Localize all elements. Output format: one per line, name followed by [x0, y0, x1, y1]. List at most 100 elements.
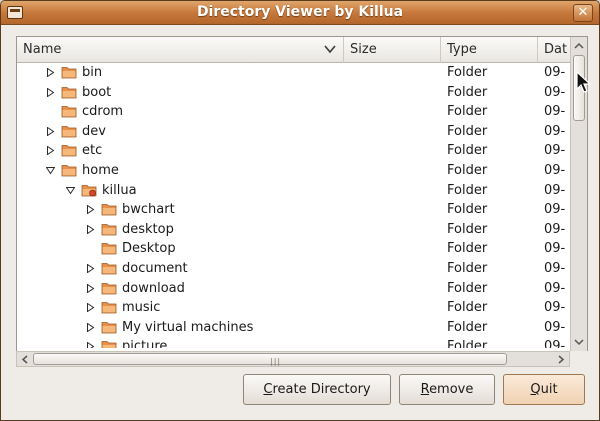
home-folder-icon — [81, 184, 97, 196]
collapsed-triangle-icon[interactable] — [46, 126, 55, 136]
tree-row[interactable]: Desktop Folder 09- — [17, 239, 570, 259]
folder-icon — [61, 106, 77, 118]
row-date: 09- — [544, 123, 566, 139]
tree-row[interactable]: music Folder 09- — [17, 298, 570, 318]
horizontal-scroll-thumb[interactable]: ||| — [33, 353, 507, 366]
row-name: document — [122, 261, 188, 276]
folder-icon — [101, 282, 117, 294]
row-type: Folder — [447, 182, 488, 198]
folder-icon — [61, 125, 77, 138]
column-header-row: Name Size Type Dat — [17, 37, 570, 63]
row-type: Folder — [447, 300, 488, 316]
tree-row[interactable]: killua Folder 09- — [17, 181, 570, 201]
row-date: 09- — [544, 300, 566, 316]
column-header-label: Dat — [544, 42, 568, 57]
scrollbar-corner — [570, 351, 588, 367]
create-directory-button[interactable]: Create Directory — [243, 374, 391, 405]
folder-icon — [61, 86, 77, 98]
folder-icon — [101, 341, 117, 348]
tree-row[interactable]: cdrom Folder 09- — [17, 102, 570, 122]
close-icon: ✕ — [577, 5, 589, 20]
column-header-date[interactable]: Dat — [538, 37, 570, 63]
tree-row[interactable]: bwchart Folder 09- — [17, 200, 570, 220]
row-name: Desktop — [122, 241, 176, 257]
row-date: 09- — [544, 202, 566, 218]
row-type: Folder — [447, 319, 488, 335]
scroll-down-arrow-icon[interactable] — [572, 335, 586, 349]
row-date: 09- — [544, 261, 566, 276]
folder-icon — [61, 67, 77, 79]
row-date: 09- — [544, 241, 566, 257]
column-header-label: Name — [23, 42, 62, 57]
tree-row[interactable]: My virtual machines Folder 09- — [17, 318, 570, 338]
close-button[interactable]: ✕ — [573, 4, 593, 22]
column-header-label: Size — [350, 42, 377, 57]
horizontal-scrollbar[interactable]: ||| — [16, 351, 570, 367]
window-title: Directory Viewer by Killua — [196, 4, 404, 20]
row-name: music — [122, 300, 161, 316]
row-name: bin — [82, 65, 103, 80]
row-date: 09- — [544, 182, 566, 198]
row-date: 09- — [544, 143, 566, 159]
open-folder-icon — [61, 165, 77, 177]
folder-icon — [101, 321, 117, 334]
quit-label: uit — [540, 382, 558, 397]
row-type: Folder — [447, 339, 488, 348]
row-name: dev — [82, 123, 106, 139]
tree-row[interactable]: download Folder 09- — [17, 279, 570, 299]
folder-icon — [101, 243, 117, 255]
column-header-label: Type — [447, 42, 477, 57]
scroll-left-arrow-icon[interactable] — [18, 353, 32, 366]
remove-mnemonic: R — [420, 382, 430, 397]
tree-row[interactable]: bin Folder 09- — [17, 63, 570, 83]
row-date: 09- — [544, 319, 566, 335]
column-header-name[interactable]: Name — [17, 37, 344, 63]
row-type: Folder — [447, 280, 488, 296]
tree-row[interactable]: document Folder 09- — [17, 259, 570, 279]
row-date: 09- — [544, 339, 566, 348]
title-bar[interactable]: Directory Viewer by Killua ✕ — [1, 1, 599, 25]
collapsed-triangle-icon[interactable] — [86, 283, 95, 293]
row-type: Folder — [447, 163, 488, 178]
scroll-right-arrow-icon[interactable] — [554, 353, 568, 366]
collapsed-triangle-icon[interactable] — [86, 303, 95, 313]
row-type: Folder — [447, 123, 488, 139]
folder-icon — [101, 302, 117, 314]
column-header-type[interactable]: Type — [441, 37, 538, 63]
row-name: desktop — [122, 221, 174, 237]
collapsed-triangle-icon[interactable] — [46, 68, 55, 77]
tree-row[interactable]: picture Folder 09- — [17, 337, 570, 348]
collapsed-triangle-icon[interactable] — [86, 224, 95, 234]
tree-row[interactable]: dev Folder 09- — [17, 122, 570, 142]
directory-tree-view[interactable]: Name Size Type Dat bin Folder 09- boot Folde… — [16, 36, 588, 352]
expanded-triangle-icon[interactable] — [66, 186, 75, 195]
scroll-up-arrow-icon[interactable] — [572, 39, 586, 53]
sort-descending-icon — [324, 45, 336, 54]
collapsed-triangle-icon[interactable] — [46, 146, 55, 156]
row-name: etc — [82, 143, 103, 159]
expanded-triangle-icon[interactable] — [46, 166, 55, 175]
row-date: 09- — [544, 280, 566, 296]
row-type: Folder — [447, 202, 488, 218]
quit-button[interactable]: Quit — [503, 374, 585, 405]
scroll-grip: ||| — [270, 357, 282, 366]
tree-row[interactable]: etc Folder 09- — [17, 141, 570, 161]
quit-mnemonic: Q — [530, 382, 541, 397]
folder-icon — [101, 223, 117, 236]
row-date: 09- — [544, 104, 566, 120]
tree-row[interactable]: home Folder 09- — [17, 161, 570, 181]
folder-icon — [101, 204, 117, 216]
column-header-size[interactable]: Size — [344, 37, 441, 63]
tree-row[interactable]: desktop Folder 09- — [17, 220, 570, 240]
collapsed-triangle-icon[interactable] — [46, 87, 55, 97]
row-name: My virtual machines — [122, 319, 254, 335]
collapsed-triangle-icon[interactable] — [86, 322, 95, 332]
collapsed-triangle-icon[interactable] — [86, 205, 95, 215]
row-name: cdrom — [82, 104, 124, 120]
collapsed-triangle-icon[interactable] — [86, 264, 95, 273]
tree-row[interactable]: boot Folder 09- — [17, 83, 570, 103]
row-type: Folder — [447, 104, 488, 120]
row-name: bwchart — [122, 202, 175, 218]
remove-button[interactable]: Remove — [399, 374, 495, 405]
row-type: Folder — [447, 241, 488, 257]
